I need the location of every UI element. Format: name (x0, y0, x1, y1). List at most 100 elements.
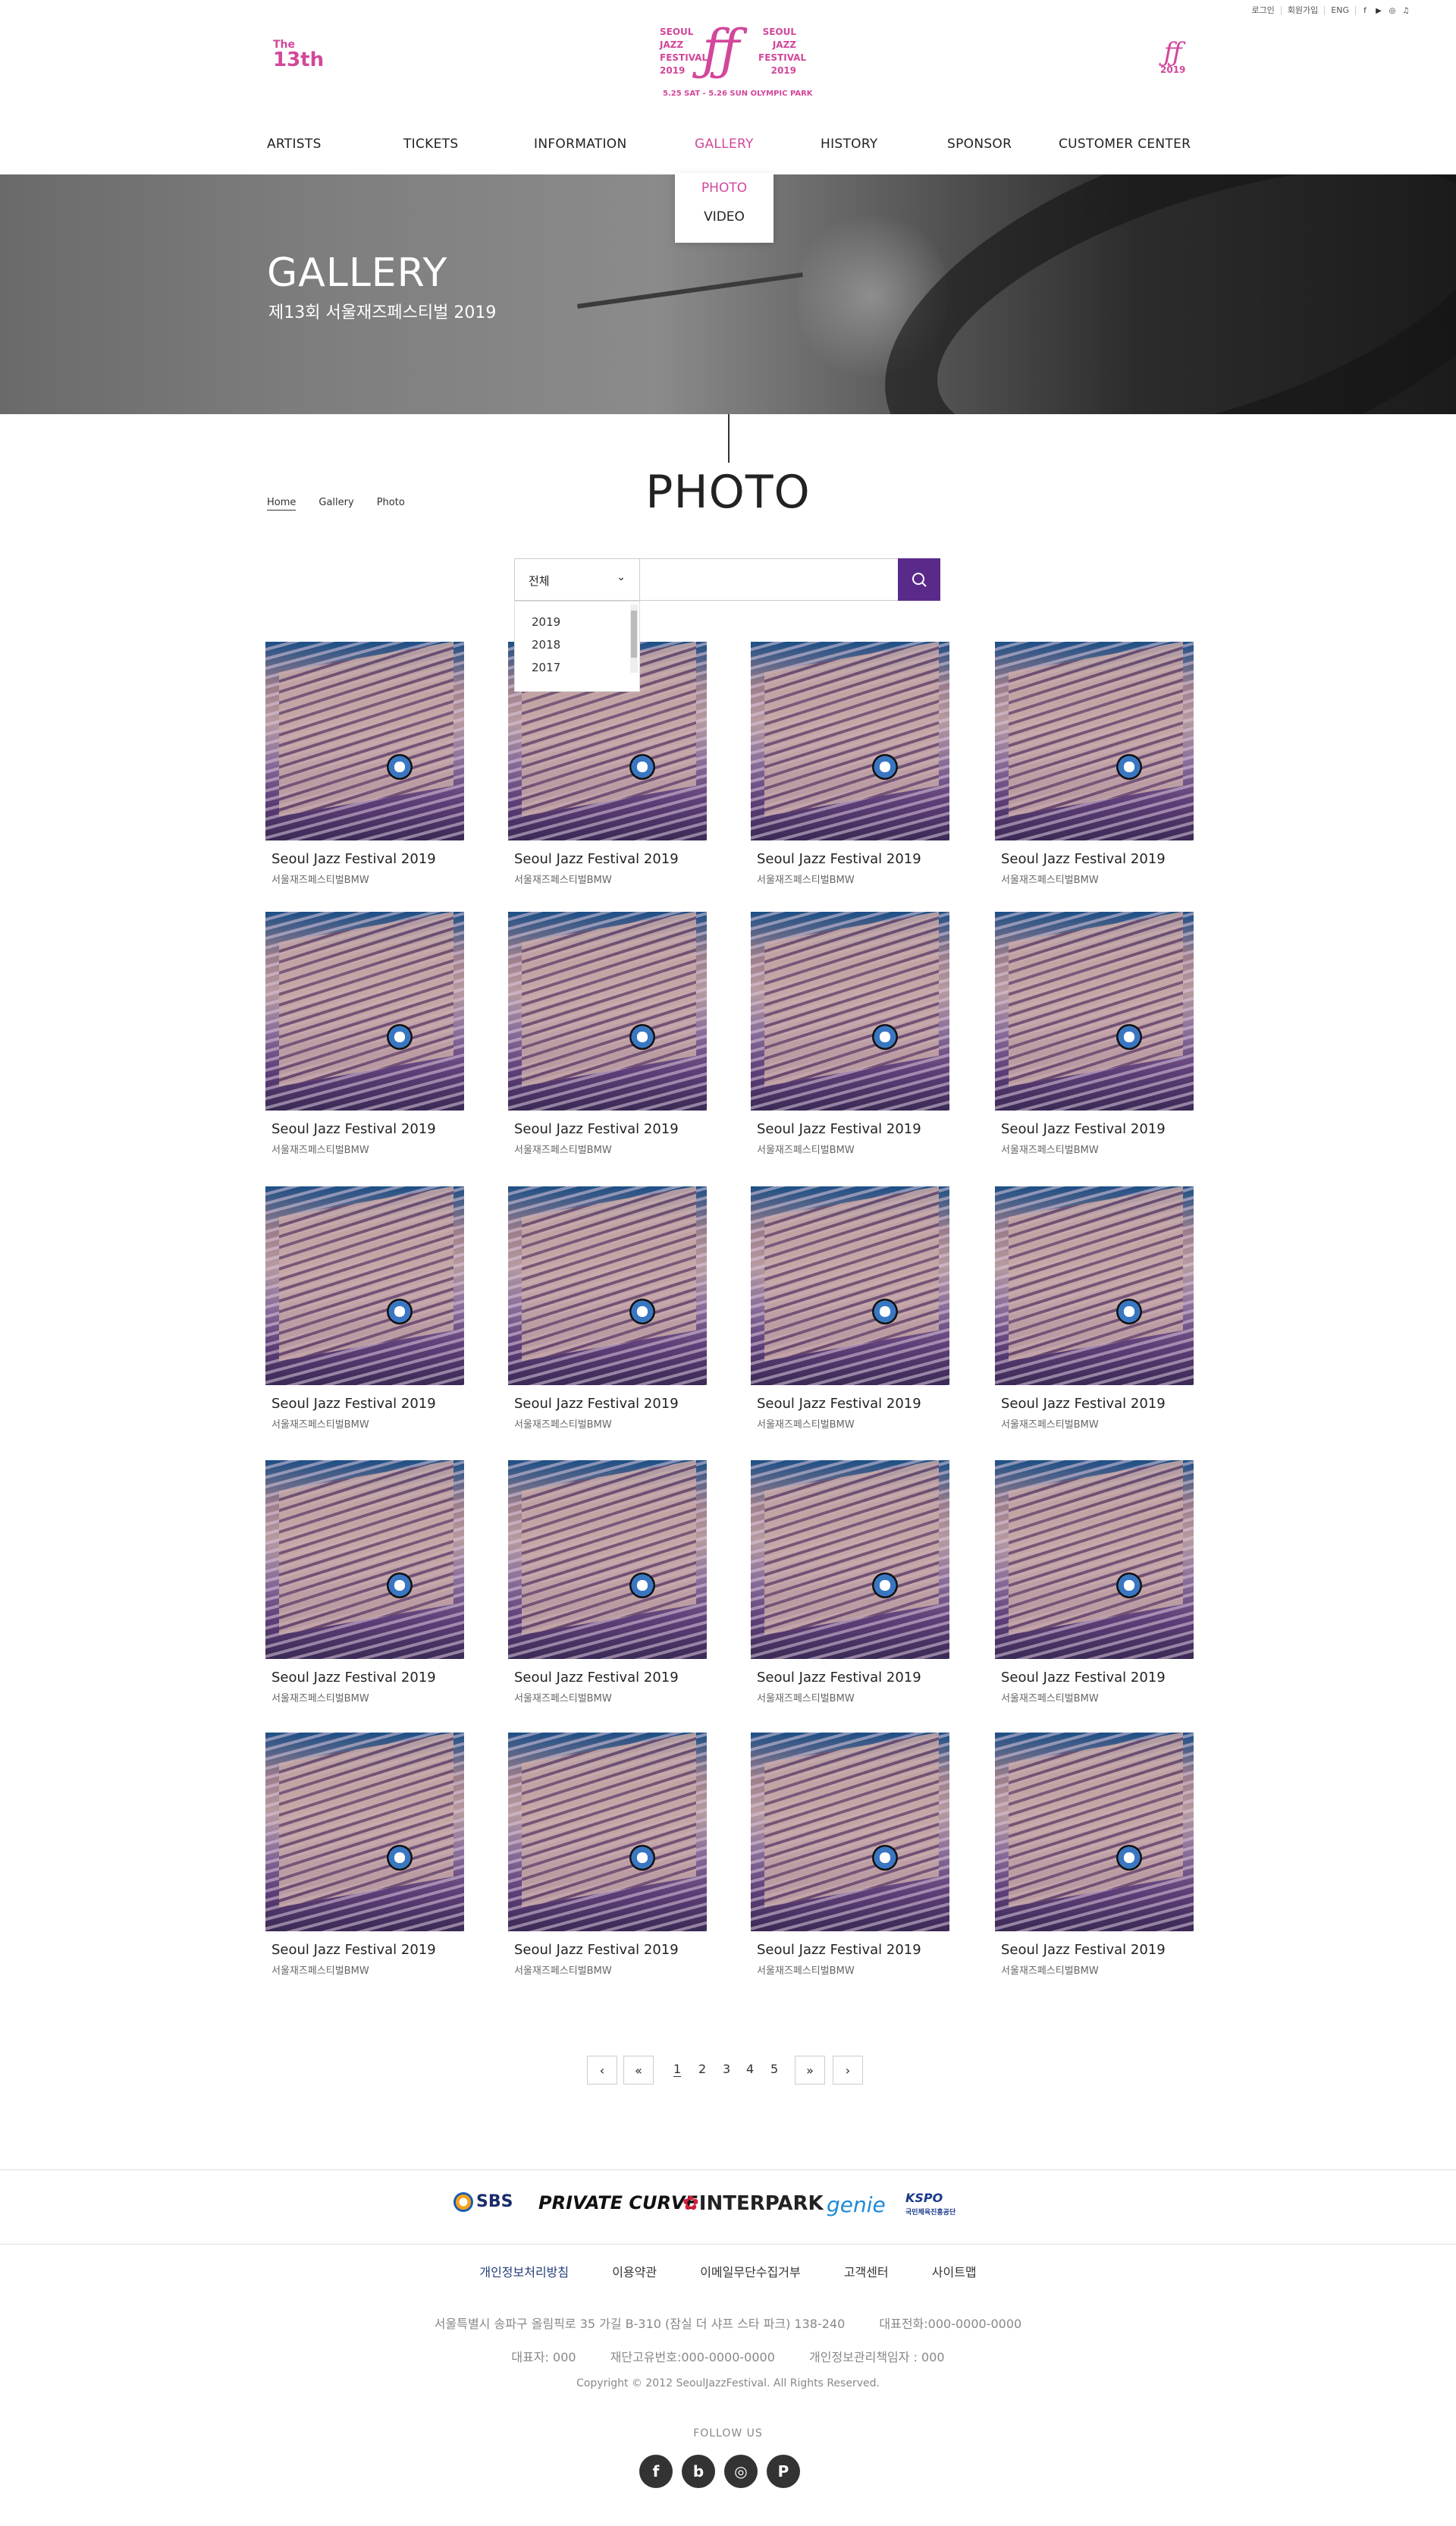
search-button[interactable] (898, 558, 940, 601)
photo-card[interactable]: Seoul Jazz Festival 2019 서울재즈페스티벌BMW (508, 1460, 707, 1704)
year-option[interactable]: 2018 (532, 638, 560, 652)
photo-thumbnail[interactable] (995, 912, 1194, 1111)
page-number[interactable]: 5 (770, 2062, 778, 2076)
photo-subtitle: 서울재즈페스티벌BMW (271, 875, 369, 886)
nav-gallery[interactable]: GALLERY (695, 137, 754, 152)
login-link[interactable]: 로그인 (1245, 6, 1282, 15)
page-number[interactable]: 1 (673, 2062, 682, 2077)
post-icon[interactable]: P (767, 2455, 800, 2488)
page-number[interactable]: 3 (723, 2062, 730, 2076)
photo-card[interactable]: Seoul Jazz Festival 2019 서울재즈페스티벌BMW (995, 912, 1194, 1156)
facebook-icon[interactable]: f (639, 2455, 673, 2488)
nav-tickets[interactable]: TICKETS (403, 137, 458, 152)
footer-links: 개인정보처리방침 이용약관 이메일무단수집거부 고객센터 사이트맵 (0, 2262, 1456, 2280)
footer-divider (0, 2169, 1456, 2170)
photo-title: Seoul Jazz Festival 2019 (271, 851, 436, 867)
footer-ceo: 대표자: 000 (511, 2350, 576, 2364)
photo-thumbnail[interactable] (265, 642, 464, 840)
photo-thumbnail[interactable] (508, 912, 707, 1111)
page-number[interactable]: 2 (698, 2062, 706, 2076)
photo-card[interactable]: Seoul Jazz Festival 2019 서울재즈페스티벌BMW (751, 1733, 949, 1977)
photo-card[interactable]: Seoul Jazz Festival 2019 서울재즈페스티벌BMW (751, 1460, 949, 1704)
sponsor-logos: SBS PRIVATE CURVE ✿INTERPARK genie KSPO 국… (447, 2185, 1009, 2230)
photo-card[interactable]: Seoul Jazz Festival 2019 서울재즈페스티벌BMW (265, 912, 464, 1156)
photo-thumbnail[interactable] (508, 1733, 707, 1931)
photo-thumbnail[interactable] (995, 642, 1194, 840)
nav-artists[interactable]: ARTISTS (267, 137, 322, 152)
photo-card[interactable]: Seoul Jazz Festival 2019 서울재즈페스티벌BMW (751, 642, 949, 886)
footer-phone: 대표전화:000-0000-0000 (879, 2317, 1022, 2331)
customer-center-link[interactable]: 고객센터 (844, 2265, 889, 2279)
photo-subtitle: 서울재즈페스티벌BMW (757, 1693, 855, 1704)
blog-icon[interactable]: b (682, 2455, 715, 2488)
sponsor-private-curve[interactable]: PRIVATE CURVE (538, 2192, 698, 2213)
photo-thumbnail[interactable] (508, 1186, 707, 1385)
options-scrollbar[interactable] (630, 605, 638, 673)
photo-card[interactable]: Seoul Jazz Festival 2019 서울재즈페스티벌BMW (508, 1186, 707, 1431)
photo-card[interactable]: Seoul Jazz Festival 2019 서울재즈페스티벌BMW (265, 642, 464, 886)
photo-thumbnail[interactable] (751, 1186, 949, 1385)
nav-sponsor[interactable]: SPONSOR (947, 137, 1012, 152)
photo-thumbnail[interactable] (751, 642, 949, 840)
photo-card[interactable]: Seoul Jazz Festival 2019 서울재즈페스티벌BMW (995, 642, 1194, 886)
photo-thumbnail[interactable] (995, 1733, 1194, 1931)
sponsor-sbs[interactable]: SBS (453, 2192, 513, 2212)
sitemap-link[interactable]: 사이트맵 (932, 2265, 977, 2279)
photo-thumbnail[interactable] (751, 1460, 949, 1659)
title-divider (728, 414, 730, 463)
year-select[interactable]: 전체 ⌄ (514, 558, 640, 601)
facebook-icon[interactable]: f (1360, 6, 1370, 15)
main-nav: ARTISTS TICKETS INFORMATION GALLERY HIST… (265, 137, 1198, 159)
search-input[interactable] (639, 558, 899, 601)
photo-card[interactable]: Seoul Jazz Festival 2019 서울재즈페스티벌BMW (995, 1186, 1194, 1431)
photo-card[interactable]: Seoul Jazz Festival 2019 서울재즈페스티벌BMW (508, 1733, 707, 1977)
photo-thumbnail[interactable] (995, 1186, 1194, 1385)
nav-information[interactable]: INFORMATION (534, 137, 626, 152)
follow-us-label: FOLLOW US (693, 2427, 763, 2440)
photo-thumbnail[interactable] (751, 912, 949, 1111)
site-logo[interactable]: SEOUL JAZZ FESTIVAL 2019 ƒƒ SEOUL JAZZ FESTIV… (660, 23, 813, 106)
youtube-icon[interactable]: ▶ (1374, 6, 1383, 15)
music-icon[interactable]: ♫ (1401, 6, 1410, 15)
submenu-video[interactable]: VIDEO (675, 209, 774, 225)
page-number[interactable]: 4 (746, 2062, 754, 2076)
photo-card[interactable]: Seoul Jazz Festival 2019 서울재즈페스티벌BMW (265, 1460, 464, 1704)
sponsor-genie[interactable]: genie (827, 2192, 886, 2217)
photo-card[interactable]: Seoul Jazz Festival 2019 서울재즈페스티벌BMW (265, 1733, 464, 1977)
photo-thumbnail[interactable] (265, 912, 464, 1111)
photo-card[interactable]: Seoul Jazz Festival 2019 서울재즈페스티벌BMW (751, 1186, 949, 1431)
photo-card[interactable]: Seoul Jazz Festival 2019 서울재즈페스티벌BMW (995, 1460, 1194, 1704)
photo-subtitle: 서울재즈페스티벌BMW (514, 1145, 612, 1156)
photo-thumbnail[interactable] (265, 1186, 464, 1385)
year-option[interactable]: 2019 (532, 615, 560, 629)
sponsor-kspo[interactable]: KSPO 국민체육진흥공단 (905, 2192, 956, 2219)
photo-subtitle: 서울재즈페스티벌BMW (271, 1419, 369, 1431)
prev-page-button[interactable]: ‹ (587, 2056, 617, 2085)
photo-thumbnail[interactable] (751, 1733, 949, 1931)
sponsor-interpark[interactable]: ✿INTERPARK (682, 2192, 824, 2215)
instagram-icon[interactable]: ◎ (724, 2455, 758, 2488)
year-option[interactable]: 2017 (532, 661, 560, 674)
photo-thumbnail[interactable] (508, 1460, 707, 1659)
photo-card[interactable]: Seoul Jazz Festival 2019 서울재즈페스티벌BMW (751, 912, 949, 1156)
privacy-policy-link[interactable]: 개인정보처리방침 (479, 2265, 569, 2279)
next-page-button[interactable]: › (833, 2056, 863, 2085)
join-link[interactable]: 회원가입 (1282, 6, 1326, 15)
photo-card[interactable]: Seoul Jazz Festival 2019 서울재즈페스티벌BMW (508, 912, 707, 1156)
email-refusal-link[interactable]: 이메일무단수집거부 (700, 2265, 800, 2279)
photo-card[interactable]: Seoul Jazz Festival 2019 서울재즈페스티벌BMW (265, 1186, 464, 1431)
instagram-icon[interactable]: ◎ (1388, 6, 1397, 15)
last-page-button[interactable]: » (795, 2056, 825, 2085)
photo-title: Seoul Jazz Festival 2019 (757, 1396, 921, 1412)
photo-title: Seoul Jazz Festival 2019 (1001, 1121, 1166, 1137)
first-page-button[interactable]: « (623, 2056, 654, 2085)
submenu-photo[interactable]: PHOTO (675, 181, 774, 196)
terms-link[interactable]: 이용약관 (612, 2265, 657, 2279)
nav-history[interactable]: HISTORY (821, 137, 878, 152)
nav-customer-center[interactable]: CUSTOMER CENTER (1059, 137, 1191, 152)
photo-thumbnail[interactable] (265, 1733, 464, 1931)
photo-thumbnail[interactable] (265, 1460, 464, 1659)
photo-card[interactable]: Seoul Jazz Festival 2019 서울재즈페스티벌BMW (995, 1733, 1194, 1977)
lang-link[interactable]: ENG (1325, 6, 1356, 15)
photo-thumbnail[interactable] (995, 1460, 1194, 1659)
